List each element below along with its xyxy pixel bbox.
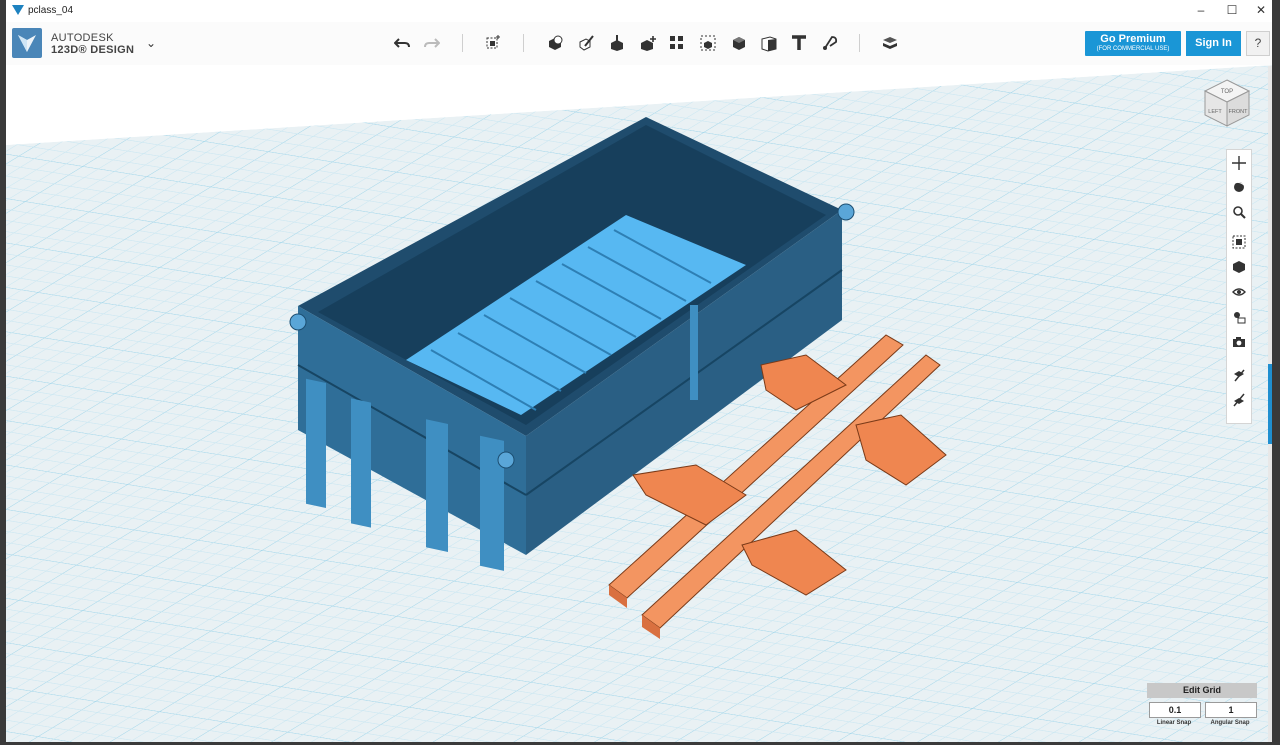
text-icon[interactable] xyxy=(788,32,810,54)
sign-in-button[interactable]: Sign In xyxy=(1186,31,1241,56)
window-title: pclass_04 xyxy=(28,5,74,16)
scene-canvas[interactable] xyxy=(6,65,1272,742)
maximize-icon[interactable]: ☐ xyxy=(1217,2,1247,18)
viewcube-front-label: FRONT xyxy=(1229,109,1249,115)
autodesk-logo-icon[interactable] xyxy=(12,28,42,58)
minimize-icon[interactable]: – xyxy=(1186,2,1216,18)
pan-icon[interactable] xyxy=(1230,154,1248,172)
navigation-bar xyxy=(1226,149,1252,424)
view-cube[interactable]: TOP LEFT FRONT xyxy=(1201,77,1253,129)
app-logo-icon xyxy=(12,5,24,15)
visibility-icon[interactable] xyxy=(1230,283,1248,301)
material-view-icon[interactable] xyxy=(1230,308,1248,326)
angular-snap-label: Angular Snap xyxy=(1210,720,1250,726)
grid-panel: Edit Grid 0.1 1 Linear Snap Angular Snap xyxy=(1147,683,1259,733)
measure-icon[interactable] xyxy=(758,32,780,54)
3d-viewport[interactable]: TOP LEFT FRONT Edit Grid 0.1 1 Linear Sn… xyxy=(6,65,1272,742)
go-premium-label: Go Premium xyxy=(1100,33,1166,45)
grid-tool-icon[interactable] xyxy=(1230,391,1248,409)
main-menu-chevron-icon[interactable]: ⌄ xyxy=(146,36,156,50)
primitives-icon[interactable] xyxy=(544,32,566,54)
main-toolbar: AUTODESK 123D® DESIGN ⌄ Go Premium (FOR … xyxy=(6,22,1272,66)
snap-icon[interactable] xyxy=(819,32,841,54)
help-button[interactable]: ? xyxy=(1246,31,1270,56)
linear-snap-label: Linear Snap xyxy=(1156,720,1192,726)
grouping-icon[interactable] xyxy=(697,32,719,54)
transform-icon[interactable] xyxy=(482,32,504,54)
close-icon[interactable]: ✕ xyxy=(1246,2,1272,18)
edit-grid-button[interactable]: Edit Grid xyxy=(1147,683,1257,698)
scrollbar-thumb[interactable] xyxy=(1268,364,1272,444)
camera-icon[interactable] xyxy=(1230,333,1248,351)
title-bar: pclass_04 – ☐ ✕ xyxy=(6,0,1272,23)
construct-icon[interactable] xyxy=(606,32,628,54)
viewcube-top-label: TOP xyxy=(1221,89,1233,95)
modify-icon[interactable] xyxy=(637,32,659,54)
sketch-icon[interactable] xyxy=(575,32,597,54)
orbit-icon[interactable] xyxy=(1230,178,1248,196)
perspective-icon[interactable] xyxy=(1230,258,1248,276)
zoom-icon[interactable] xyxy=(1230,203,1248,221)
redo-icon[interactable] xyxy=(421,32,443,54)
brand-product: 123D® DESIGN xyxy=(51,44,135,56)
pattern-icon[interactable] xyxy=(666,32,688,54)
angular-snap-field[interactable]: 1 xyxy=(1205,702,1257,718)
material-icon[interactable] xyxy=(879,32,901,54)
brand-autodesk: AUTODESK xyxy=(51,32,114,44)
linear-snap-field[interactable]: 0.1 xyxy=(1149,702,1201,718)
combine-icon[interactable] xyxy=(728,32,750,54)
fit-icon[interactable] xyxy=(1230,233,1248,251)
app-window: pclass_04 – ☐ ✕ AUTODESK 123D® DESIGN ⌄ xyxy=(6,0,1272,742)
go-premium-button[interactable]: Go Premium (FOR COMMERCIAL USE) xyxy=(1085,31,1181,56)
viewcube-left-label: LEFT xyxy=(1208,109,1222,115)
go-premium-sublabel: (FOR COMMERCIAL USE) xyxy=(1096,46,1170,52)
snap-tool-icon[interactable] xyxy=(1230,366,1248,384)
undo-icon[interactable] xyxy=(391,32,413,54)
